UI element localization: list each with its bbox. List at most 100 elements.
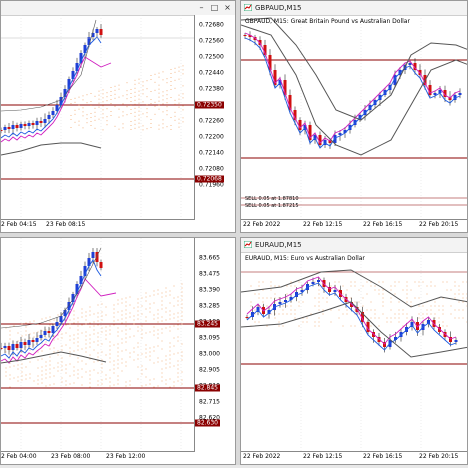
ichimoku-dot <box>5 367 7 369</box>
ichimoku-dot <box>394 313 396 315</box>
ichimoku-dot <box>366 309 368 311</box>
ichimoku-dot <box>466 281 467 283</box>
ichimoku-dot <box>177 380 179 382</box>
ichimoku-dot <box>410 301 412 303</box>
candle <box>19 124 23 128</box>
ichimoku-dot <box>350 281 352 283</box>
ichimoku-dot <box>161 340 163 342</box>
ichimoku-dot <box>109 329 111 331</box>
chart-symbol-info: EURAUD, M15: Euro vs Australian Dollar <box>245 255 365 262</box>
ichimoku-dot <box>138 82 140 84</box>
ichimoku-dot <box>150 99 152 100</box>
ichimoku-dot <box>161 296 163 298</box>
price-tick-label: 82.715 <box>199 398 220 406</box>
window-splitter-horizontal[interactable] <box>0 233 468 237</box>
candle <box>433 93 437 95</box>
ichimoku-dot <box>169 366 171 368</box>
time-axis[interactable]: 22 Feb 2022 22 Feb 12:15 22 Feb 16:15 22 Fe… <box>241 219 467 232</box>
ichimoku-dot <box>57 330 59 332</box>
ichimoku-dot <box>134 79 136 81</box>
candle <box>454 340 458 342</box>
close-icon[interactable]: × <box>222 2 233 13</box>
ichimoku-dot <box>74 109 76 111</box>
ichimoku-dot <box>294 309 296 311</box>
minimize-icon[interactable]: – <box>196 2 207 13</box>
ichimoku-dot <box>157 361 159 363</box>
ichimoku-dot <box>394 281 396 283</box>
price-chart-plot[interactable] <box>241 15 468 222</box>
ichimoku-dot <box>286 285 288 287</box>
ichimoku-dot <box>101 311 103 313</box>
window-titlebar[interactable]: – □ × <box>1 1 235 16</box>
ichimoku-dot <box>57 366 59 368</box>
chart-symbol-info: GBPAUD, M15: Great Britain Pound vs Aust… <box>245 18 410 25</box>
ichimoku-dot <box>138 90 140 92</box>
chart-window-gbpaud[interactable]: GBPAUD,M15 GBPAUD, M15: Great Britain Po… <box>240 0 468 233</box>
ichimoku-dot <box>454 297 456 299</box>
chart-window-bottom-left[interactable]: 83.66583.47583.39083.28583.19083.09583.0… <box>0 237 236 465</box>
window-titlebar[interactable]: EURAUD,M15 <box>241 238 467 253</box>
price-chart-plot[interactable] <box>241 252 468 454</box>
ichimoku-dot <box>170 125 172 126</box>
ichimoku-dot <box>157 385 159 387</box>
price-axis[interactable]: 0.72680 0.72560 0.72500 0.72440 0.72380 0.723… <box>194 15 235 220</box>
chart-window-euraud[interactable]: EURAUD,M15 EURAUD, M15: Euro vs Australi… <box>240 237 468 465</box>
ichimoku-dot <box>153 294 155 296</box>
ichimoku-dot <box>49 348 51 350</box>
time-axis[interactable]: 2 Feb 04:00 23 Feb 08:00 23 Feb 12:00 <box>1 451 195 464</box>
ichimoku-dot <box>442 325 444 327</box>
ichimoku-dot <box>118 96 120 98</box>
ichimoku-dot <box>149 311 151 313</box>
ichimoku-dot <box>398 309 400 311</box>
ichimoku-dot <box>97 316 99 318</box>
ichimoku-dot <box>85 363 87 365</box>
ichimoku-dot <box>101 303 103 305</box>
window-title: EURAUD,M15 <box>255 241 302 249</box>
ichimoku-dot <box>129 356 131 358</box>
ichimoku-dot <box>137 346 139 348</box>
price-chart-plot[interactable] <box>1 15 197 222</box>
ichimoku-dot <box>142 85 144 87</box>
ichimoku-dot <box>294 285 296 287</box>
ichimoku-dot <box>113 316 115 318</box>
time-axis[interactable]: 2 Feb 04:15 23 Feb 08:15 <box>1 219 195 232</box>
ichimoku-dot <box>73 322 75 324</box>
ichimoku-dot <box>169 330 171 332</box>
ichimoku-dot <box>418 305 420 307</box>
ichimoku-dot <box>157 321 159 323</box>
ichimoku-dot <box>53 347 55 349</box>
ichimoku-dot <box>57 314 59 316</box>
ichimoku-dot <box>170 73 172 74</box>
price-chart-plot[interactable] <box>1 238 197 454</box>
ichimoku-dot <box>97 344 99 346</box>
ichimoku-dot <box>89 370 91 372</box>
ichimoku-dot <box>177 376 179 378</box>
ichimoku-dot <box>53 351 55 353</box>
ichimoku-dot <box>161 292 163 294</box>
ichimoku-dot <box>161 348 163 350</box>
ichimoku-dot <box>25 354 27 356</box>
ichimoku-dot <box>145 352 147 354</box>
ichimoku-dot <box>130 109 132 110</box>
ichimoku-dot <box>177 364 179 366</box>
ichimoku-dot <box>113 372 115 374</box>
ichimoku-dot <box>74 97 76 99</box>
ichimoku-dot <box>166 106 168 108</box>
price-level-tag: 0.72350 <box>195 101 224 109</box>
ichimoku-dot <box>338 281 340 283</box>
candle <box>333 290 337 292</box>
ichimoku-dot <box>89 374 91 376</box>
maximize-icon[interactable]: □ <box>209 2 220 13</box>
window-titlebar[interactable]: GBPAUD,M15 <box>241 1 467 16</box>
price-axis[interactable]: 83.66583.47583.39083.28583.19083.09583.0… <box>194 238 235 452</box>
chart-window-top-left[interactable]: – □ × 0.72680 0.72560 0.72500 0.72440 0.7238… <box>0 0 236 233</box>
bollinger-lower-band <box>241 24 467 156</box>
ichimoku-dot <box>105 334 107 336</box>
candle <box>43 119 47 123</box>
ichimoku-dot <box>358 301 360 303</box>
ichimoku-dot <box>310 313 312 315</box>
ichimoku-dot <box>254 293 256 295</box>
ichimoku-dot <box>298 325 300 327</box>
candle <box>59 316 63 322</box>
time-axis[interactable]: 22 Feb 2022 22 Feb 12:15 22 Feb 16:15 22 Fe… <box>241 451 467 464</box>
